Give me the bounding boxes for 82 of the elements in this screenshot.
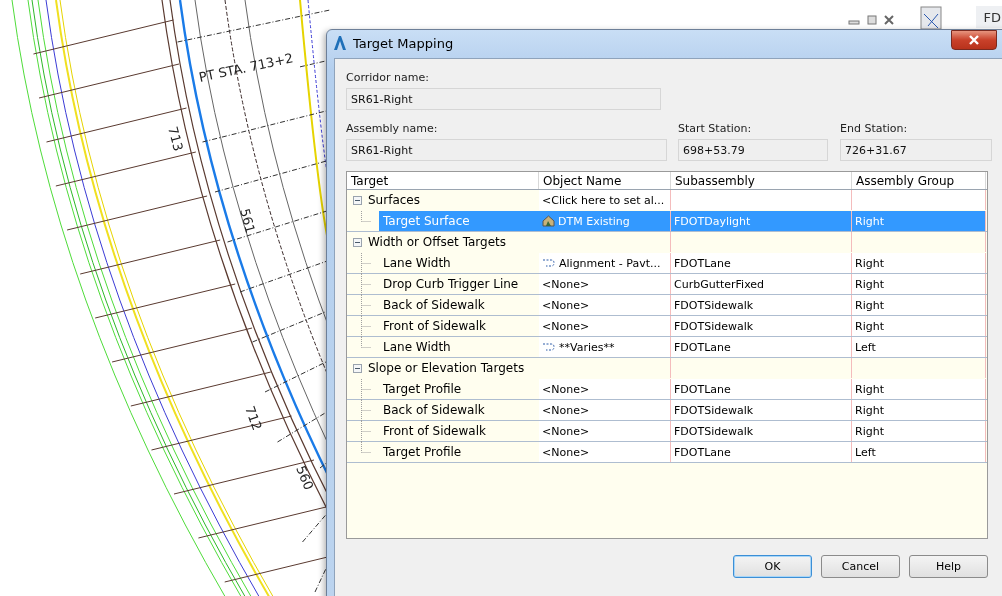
panel-tab[interactable]: FD [976,6,1002,28]
target-label[interactable]: Target Profile [379,442,539,462]
column-header[interactable]: Target [347,172,539,189]
tree-connector-icon [361,211,371,222]
target-label[interactable]: Back of Sidewalk [379,295,539,315]
group-label[interactable]: Slope or Elevation Targets [364,358,529,378]
object-name-cell[interactable]: <None> [539,379,671,399]
field-label: Corridor name: [346,70,430,84]
tree-connector-icon [361,295,371,316]
field-label: Assembly name: [346,121,439,135]
subassembly-cell: FDOTLane [671,442,852,462]
station-label: 561 [237,206,258,235]
assembly-group-cell: Right [852,295,986,315]
start-station-field[interactable]: 698+53.79 [678,139,828,161]
tree-connector-icon [361,379,371,400]
object-name-cell[interactable]: <None> [539,295,671,315]
assembly-group-cell: Right [852,316,986,336]
group-label[interactable]: Width or Offset Targets [364,232,510,252]
assembly-group-cell: Left [852,337,986,357]
subassembly-cell: FDOTLane [671,337,852,357]
view-cube-icon[interactable] [920,6,942,30]
app-logo-icon [333,35,347,51]
subassembly-cell: FDOTDaylight [671,211,852,231]
object-name-cell[interactable]: <None> [539,442,671,462]
target-label[interactable]: Drop Curb Trigger Line [379,274,539,294]
group-label[interactable]: Surfaces [364,190,424,210]
target-label[interactable]: Front of Sidewalk [379,421,539,441]
dialog-button[interactable]: OK [733,555,812,578]
target-label[interactable]: Front of Sidewalk [379,316,539,336]
column-header[interactable]: Object Name [539,172,671,189]
assembly-group-cell: Right [852,421,986,441]
surface-icon [542,215,555,227]
subassembly-cell: FDOTSidewalk [671,421,852,441]
object-name-cell[interactable]: **Varies** [539,337,671,357]
end-station-field[interactable]: 726+31.67 [840,139,992,161]
object-name-cell[interactable]: <None> [539,316,671,336]
assembly-group-cell: Right [852,253,986,273]
close-button[interactable] [951,30,997,50]
collapse-icon[interactable] [353,237,362,247]
station-label: 713 [165,124,186,153]
assembly-name-field[interactable]: SR61-Right [346,139,667,161]
target-label[interactable]: Lane Width [379,253,539,273]
assembly-group-cell: Right [852,274,986,294]
station-label: PT STA. 713+2 [197,50,295,85]
collapse-icon[interactable] [353,363,362,373]
assembly-group-cell: Right [852,211,986,231]
target-label[interactable]: Back of Sidewalk [379,400,539,420]
object-name-cell[interactable]: Alignment - Pavt... [539,253,671,273]
subassembly-cell: FDOTSidewalk [671,316,852,336]
panel-tab-label: FD [983,9,1002,25]
window-title: Target Mapping [353,35,454,51]
station-label: 712 [242,403,265,433]
subassembly-cell: FDOTSidewalk [671,295,852,315]
object-name-cell[interactable]: <None> [539,400,671,420]
subassembly-cell: CurbGutterFixed [671,274,852,294]
collapse-icon[interactable] [353,195,362,205]
tree-connector-icon [361,400,371,421]
assembly-group-cell: Right [852,379,986,399]
subassembly-cell: FDOTSidewalk [671,400,852,420]
alignment-icon [542,342,556,352]
tree-connector-icon [361,274,371,295]
object-name-cell[interactable]: <None> [539,274,671,294]
viewport-window-controls-icon[interactable] [848,14,896,26]
dialog-button[interactable]: Help [909,555,988,578]
object-name-cell[interactable]: <Click here to set al... [539,190,671,210]
alignment-icon [542,258,556,268]
target-label[interactable]: Lane Width [379,337,539,357]
assembly-group-cell: Left [852,442,986,462]
column-header[interactable]: Subassembly [671,172,852,189]
corridor-name-field[interactable]: SR61-Right [346,88,661,110]
field-label: Start Station: [678,121,753,135]
target-label[interactable]: Target Profile [379,379,539,399]
dialog-button[interactable]: Cancel [821,555,900,578]
assembly-group-cell: Right [852,400,986,420]
object-name-cell[interactable]: <None> [539,421,671,441]
field-label: End Station: [840,121,909,135]
subassembly-cell: FDOTLane [671,379,852,399]
station-label: 560 [293,463,317,493]
close-icon [968,35,980,45]
tree-connector-icon [361,253,371,274]
column-header[interactable]: Assembly Group [852,172,986,189]
subassembly-cell: FDOTLane [671,253,852,273]
